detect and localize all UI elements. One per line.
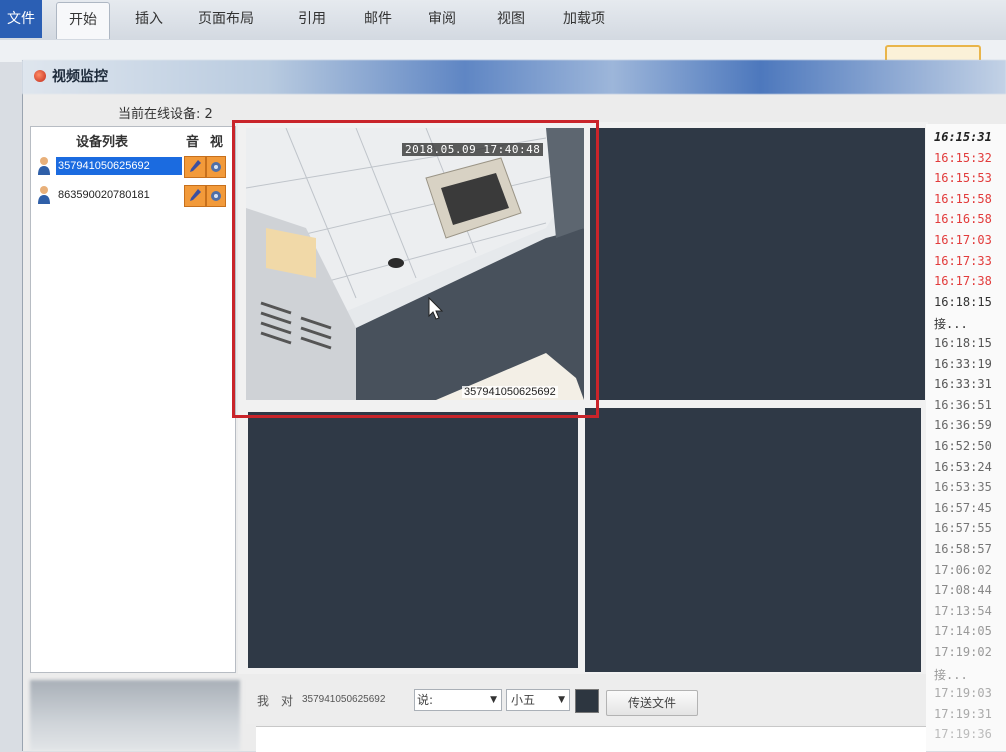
chat-input[interactable]	[256, 726, 926, 752]
chat-me-label: 我	[257, 694, 270, 708]
chat-to-label: 对	[281, 694, 294, 708]
header-video: 视	[210, 135, 224, 150]
chevron-down-icon: ▼	[558, 695, 565, 705]
log-entry: 16:15:53	[934, 171, 992, 186]
user-icon	[38, 157, 50, 175]
log-entry: 16:33:19	[934, 356, 992, 371]
ribbon-tab-insert[interactable]: 插入	[135, 8, 163, 28]
log-entry: 16:36:59	[934, 418, 992, 433]
event-log[interactable]: 16:15:31 16:15:32 16:15:53 16:15:58 16:16:58…	[926, 124, 1006, 751]
app-icon	[34, 70, 46, 82]
chat-say-label: 说:	[417, 693, 434, 707]
video-panel-3[interactable]	[248, 412, 578, 668]
microphone-icon[interactable]	[184, 185, 206, 207]
log-entry: 16:33:31	[934, 377, 992, 392]
ribbon-tab-addins[interactable]: 加载项	[563, 8, 605, 28]
ribbon-tab-view[interactable]: 视图	[497, 8, 525, 28]
log-entry: 16:36:51	[934, 397, 992, 412]
ribbon-tab-home[interactable]: 开始	[56, 2, 110, 39]
active-panel-frame	[232, 120, 599, 418]
window-titlebar[interactable]	[22, 60, 1006, 94]
log-entry: 16:52:50	[934, 439, 992, 453]
log-entry: 16:57:55	[934, 521, 992, 536]
ribbon-tab-references[interactable]: 引用	[298, 8, 326, 28]
log-entry: 17:13:54	[934, 603, 992, 618]
preview-thumbnail	[30, 680, 240, 751]
video-panel-4[interactable]	[585, 408, 921, 672]
log-entry: 16:58:57	[934, 542, 992, 556]
microphone-icon[interactable]	[184, 156, 206, 178]
log-entry: 16:15:31	[934, 130, 992, 144]
online-device-count: 当前在线设备: 2	[118, 107, 213, 122]
video-panel-2[interactable]	[590, 128, 925, 400]
ribbon-tab-page-layout[interactable]: 页面布局	[198, 8, 254, 28]
log-entry: 16:57:45	[934, 500, 992, 515]
chevron-down-icon: ▼	[490, 695, 497, 705]
log-entry: 16:17:38	[934, 274, 992, 289]
send-file-button[interactable]: 传送文件	[606, 690, 698, 716]
ribbon-tab-file[interactable]: 文件	[0, 0, 42, 38]
window-title: 视频监控	[52, 69, 108, 85]
log-entry: 16:18:15	[934, 336, 992, 350]
log-entry: 16:15:58	[934, 191, 992, 206]
camera-icon[interactable]	[206, 156, 226, 178]
log-entry: 16:17:33	[934, 253, 992, 268]
log-entry: 17:19:02	[934, 645, 992, 659]
ribbon-tab-mailings[interactable]: 邮件	[364, 8, 392, 28]
user-icon	[38, 186, 50, 204]
log-entry: 16:53:35	[934, 480, 992, 495]
log-entry: 16:18:15	[934, 294, 992, 309]
log-entry: 17:08:44	[934, 583, 992, 598]
device-row[interactable]: 357941050625692	[34, 154, 230, 178]
device-id[interactable]: 357941050625692	[56, 157, 182, 175]
log-entry: 16:16:58	[934, 212, 992, 227]
log-entry: 16:15:32	[934, 150, 992, 165]
device-row[interactable]: 863590020780181	[34, 183, 230, 207]
log-entry: 17:19:03	[934, 686, 992, 701]
font-color-picker[interactable]	[575, 689, 599, 713]
log-entry: 16:17:03	[934, 233, 992, 247]
font-size-value: 小五	[511, 693, 536, 707]
header-audio: 音	[186, 135, 200, 150]
font-size-dropdown[interactable]: 小五 ▼	[506, 689, 570, 711]
log-entry: 17:06:02	[934, 562, 992, 577]
log-entry: 17:19:36	[934, 727, 992, 742]
device-list-header: 设备列表 音 视	[30, 128, 234, 150]
chat-target-id: 357941050625692	[302, 694, 386, 705]
ribbon-tab-review[interactable]: 审阅	[428, 8, 456, 28]
device-id[interactable]: 863590020780181	[56, 186, 182, 204]
device-list-panel	[30, 126, 236, 673]
chat-say-dropdown[interactable]: 说: ▼	[414, 689, 502, 711]
log-entry: 接...	[934, 667, 968, 682]
camera-icon[interactable]	[206, 185, 226, 207]
log-entry: 16:53:24	[934, 459, 992, 474]
header-device-list: 设备列表	[76, 135, 129, 150]
log-entry: 17:14:05	[934, 624, 992, 639]
ribbon-toolbar	[0, 40, 1006, 62]
log-entry: 17:19:31	[934, 706, 992, 721]
log-entry: 接...	[934, 317, 968, 332]
